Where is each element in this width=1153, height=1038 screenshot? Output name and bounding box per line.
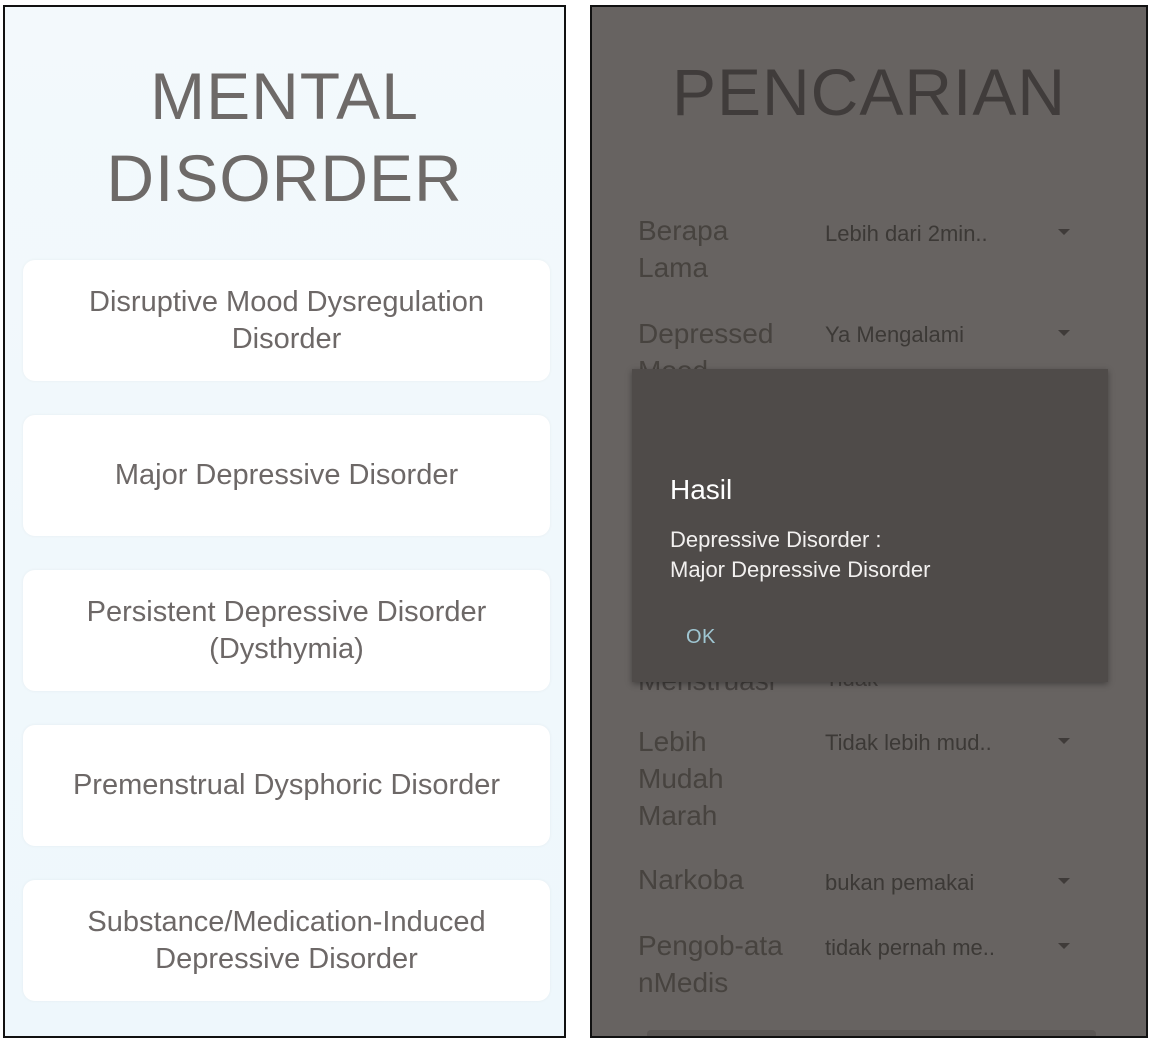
pengobatan-medis-select[interactable]: tidak pernah me.. [825,933,995,963]
field-label-lebih-mudah-marah: Lebih Mudah Marah [638,726,724,831]
disorder-card-label: Major Depressive Disorder [114,459,459,491]
dialog-message: Depressive Disorder : Major Depressive D… [670,527,931,582]
page-title: PENCARIAN [671,55,1067,129]
disorder-card-label: Disruptive Mood Dysregulation Disorder [89,285,484,355]
dialog-title: Hasil [670,474,733,505]
depressed-mood-select[interactable]: Ya Mengalami [825,320,964,350]
field-label-menstruasi: Menstruasi [638,682,798,694]
title-line-2: DISORDER [106,141,463,215]
field-label-narkoba: Narkoba [638,864,744,895]
mental-disorder-screen: MENTAL DISORDER Disruptive Mood Dysregul… [3,5,566,1038]
field-label-pengobatan-medis: Pengob-atanMedis [638,930,783,998]
ok-button[interactable]: OK [672,621,730,653]
title-line-1: MENTAL [150,59,419,133]
disorder-card-mdd[interactable]: Major Depressive Disorder [23,415,550,536]
disorder-card-label: Persistent Depressive Disorder (Dysthymi… [86,595,487,665]
field-label-berapa-lama: Berapa Lama [638,215,729,283]
menstruasi-select[interactable]: Tidak [825,682,915,692]
caret-down-icon[interactable] [1058,738,1070,744]
caret-down-icon[interactable] [1058,878,1070,884]
disorder-card-label: Premenstrual Dysphoric Disorder [72,769,501,801]
disorder-card-dysthymia[interactable]: Persistent Depressive Disorder (Dysthymi… [23,570,550,691]
caret-down-icon[interactable] [1058,330,1070,336]
caret-down-icon[interactable] [1058,229,1070,235]
narkoba-select[interactable]: bukan pemakai [825,868,974,898]
bottom-button-edge[interactable] [647,1030,1096,1036]
caret-down-icon[interactable] [1058,943,1070,949]
disorder-card-label: Substance/Medication-Induced Depressive … [87,905,486,975]
page-title: MENTAL DISORDER [5,55,564,219]
pencarian-screen: PENCARIAN Berapa Lama Lebih dari 2min.. … [590,5,1148,1038]
disorder-card-dmdd[interactable]: Disruptive Mood Dysregulation Disorder [23,260,550,381]
disorder-card-pmdd[interactable]: Premenstrual Dysphoric Disorder [23,725,550,846]
lebih-mudah-marah-select[interactable]: Tidak lebih mud.. [825,728,992,758]
disorder-card-substance[interactable]: Substance/Medication-Induced Depressive … [23,880,550,1001]
berapa-lama-select[interactable]: Lebih dari 2min.. [825,219,988,249]
result-dialog: Hasil Depressive Disorder : Major Depres… [632,369,1108,682]
